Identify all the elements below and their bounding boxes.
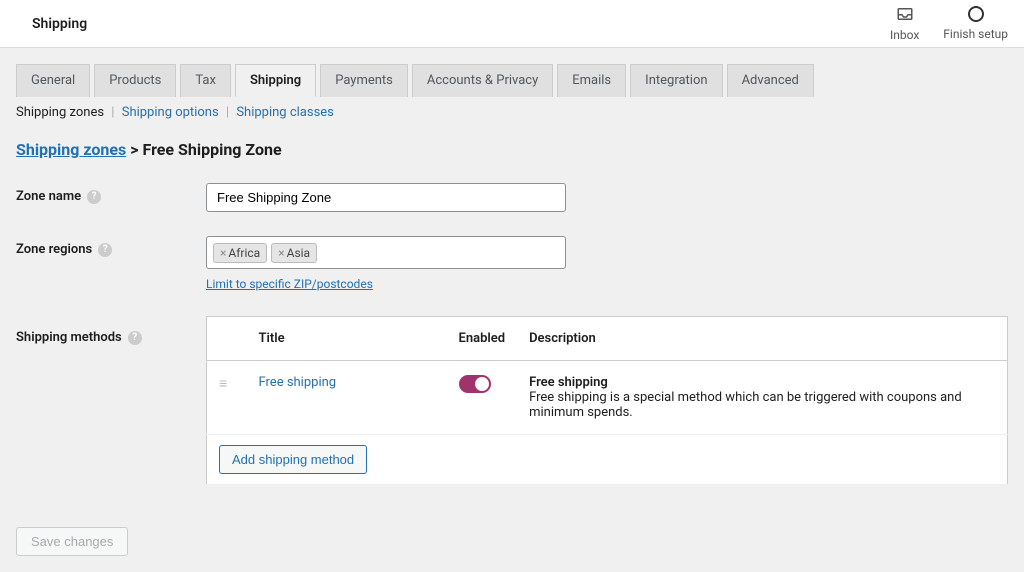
shipping-methods-label: Shipping methods xyxy=(16,330,122,345)
shipping-methods-table: Title Enabled Description ≡ Free shippin… xyxy=(206,316,1008,485)
col-title: Title xyxy=(247,317,447,361)
method-title-link[interactable]: Free shipping xyxy=(259,375,337,390)
breadcrumb-separator: > xyxy=(130,140,138,159)
zone-name-label: Zone name xyxy=(16,189,81,204)
subtab-zones[interactable]: Shipping zones xyxy=(16,105,104,120)
zip-limit-link[interactable]: Limit to specific ZIP/postcodes xyxy=(206,277,373,291)
subtab-options[interactable]: Shipping options xyxy=(122,105,219,120)
save-changes-button[interactable]: Save changes xyxy=(16,527,128,556)
finish-setup-label: Finish setup xyxy=(943,27,1008,41)
tab-tax[interactable]: Tax xyxy=(180,64,231,97)
col-description: Description xyxy=(517,317,1007,361)
breadcrumb-root-link[interactable]: Shipping zones xyxy=(16,140,126,159)
help-icon[interactable]: ? xyxy=(128,331,142,345)
method-desc-text: Free shipping is a special method which … xyxy=(529,390,995,420)
progress-circle-icon xyxy=(943,6,1008,25)
region-tag[interactable]: ×Africa xyxy=(213,243,267,263)
region-tag[interactable]: ×Asia xyxy=(271,243,317,263)
inbox-button[interactable]: Inbox xyxy=(890,5,919,42)
help-icon[interactable]: ? xyxy=(98,243,112,257)
zone-regions-label: Zone regions xyxy=(16,242,92,257)
drag-handle-icon[interactable]: ≡ xyxy=(219,376,227,392)
breadcrumb: Shipping zones > Free Shipping Zone xyxy=(16,140,1008,159)
inbox-icon xyxy=(890,5,919,26)
tab-emails[interactable]: Emails xyxy=(557,64,626,97)
add-shipping-method-button[interactable]: Add shipping method xyxy=(219,445,367,474)
tab-shipping[interactable]: Shipping xyxy=(235,64,316,97)
tab-advanced[interactable]: Advanced xyxy=(727,64,814,97)
tab-payments[interactable]: Payments xyxy=(320,64,408,97)
inbox-label: Inbox xyxy=(890,28,919,42)
page-title: Shipping xyxy=(32,16,87,32)
top-bar: Shipping Inbox Finish setup xyxy=(0,0,1024,48)
tab-accounts-privacy[interactable]: Accounts & Privacy xyxy=(412,64,553,97)
help-icon[interactable]: ? xyxy=(87,190,101,204)
zone-name-input[interactable] xyxy=(206,183,566,212)
table-row: ≡ Free shipping Free shipping Free shipp… xyxy=(207,361,1008,435)
tab-products[interactable]: Products xyxy=(94,64,176,97)
settings-tabs: General Products Tax Shipping Payments A… xyxy=(16,64,1008,97)
tab-general[interactable]: General xyxy=(16,64,90,97)
shipping-subtabs: Shipping zones | Shipping options | Ship… xyxy=(16,105,1008,120)
method-desc-title: Free shipping xyxy=(529,375,995,390)
breadcrumb-current: Free Shipping Zone xyxy=(142,140,281,159)
col-enabled: Enabled xyxy=(447,317,518,361)
finish-setup-button[interactable]: Finish setup xyxy=(943,6,1008,41)
enabled-toggle[interactable] xyxy=(459,375,491,393)
tab-integration[interactable]: Integration xyxy=(630,64,722,97)
subtab-classes[interactable]: Shipping classes xyxy=(236,105,334,120)
zone-regions-input[interactable]: ×Africa ×Asia xyxy=(206,236,566,269)
